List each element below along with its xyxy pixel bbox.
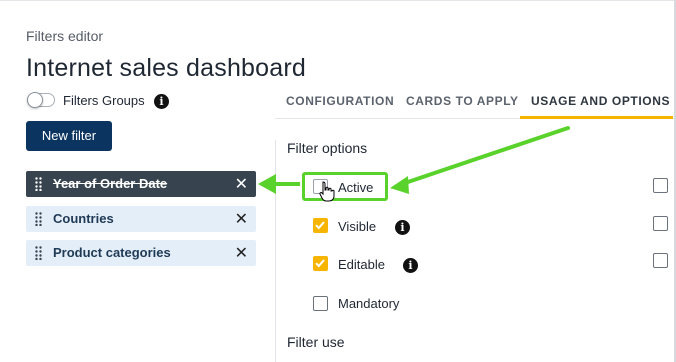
- arrow-head: [390, 176, 409, 194]
- arrow-line: [400, 126, 570, 186]
- annotation-arrows: [258, 126, 570, 202]
- hand-cursor-icon: [319, 181, 335, 202]
- arrow-head: [258, 174, 276, 194]
